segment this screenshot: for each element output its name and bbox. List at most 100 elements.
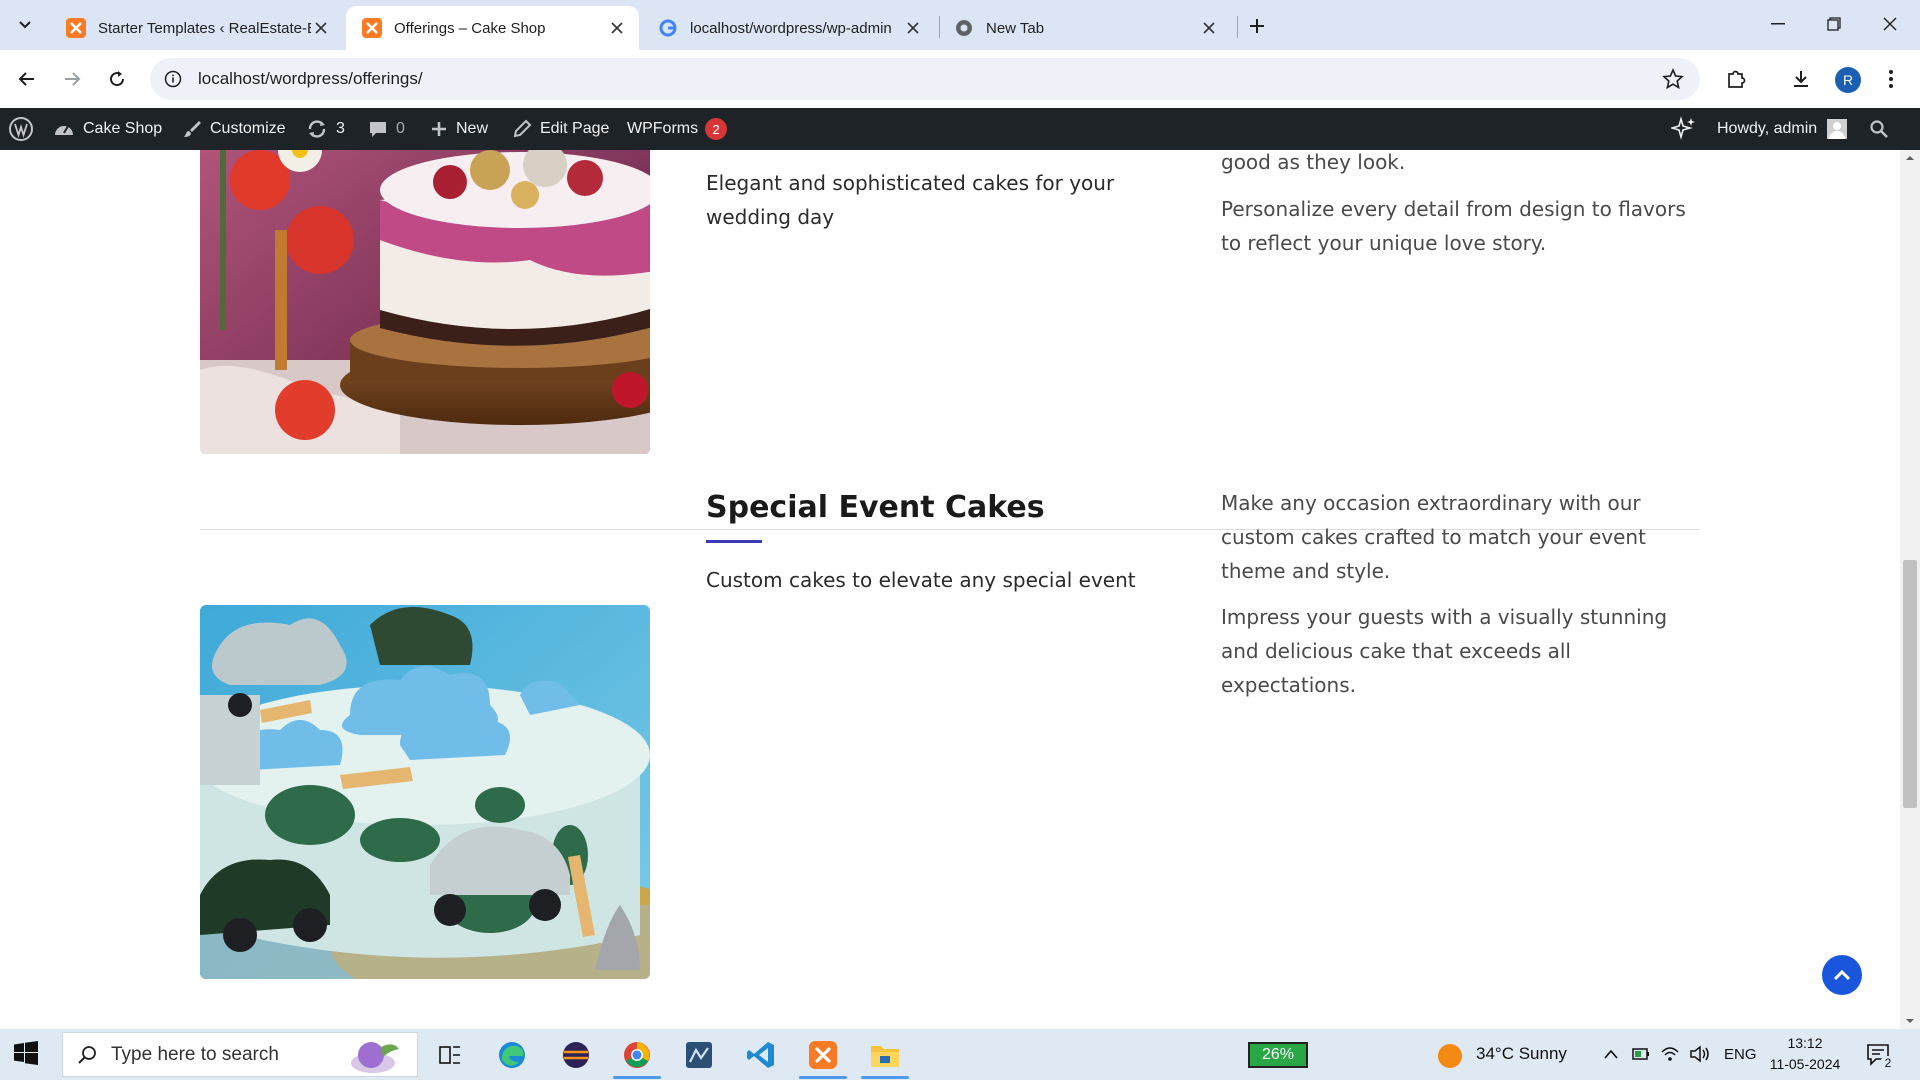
comments-count: 0 [396, 120, 405, 137]
volume-icon[interactable] [1689, 1044, 1711, 1064]
close-tab-icon[interactable] [311, 18, 331, 38]
url-text: localhost/wordpress/offerings/ [198, 69, 423, 88]
weather-sun-icon[interactable] [1437, 1043, 1463, 1069]
plus-icon [1250, 19, 1264, 33]
pencil-icon [513, 119, 532, 138]
section-subtitle: Elegant and sophisticated cakes for your… [706, 171, 1115, 229]
updates-link[interactable]: 3 [306, 108, 345, 150]
wedding-cake-image [200, 150, 650, 454]
wpforms-menu[interactable]: WPForms 2 [627, 108, 728, 150]
active-app-indicator [799, 1076, 847, 1079]
downloads-button[interactable] [1787, 65, 1815, 93]
xampp-icon[interactable] [805, 1037, 841, 1073]
site-info-icon[interactable] [164, 70, 182, 88]
weather-text[interactable]: 34°C Sunny [1476, 1044, 1567, 1064]
active-app-indicator [861, 1076, 909, 1079]
chevron-up-icon[interactable] [1603, 1048, 1619, 1060]
ai-assistant-button[interactable] [1671, 108, 1705, 150]
scrollbar-thumb[interactable] [1903, 560, 1917, 808]
updates-icon [308, 120, 326, 138]
comments-link[interactable]: 0 [368, 108, 405, 150]
plus-icon [432, 122, 446, 136]
chevron-up-icon [1833, 969, 1851, 981]
browser-menu-button[interactable] [1877, 65, 1905, 93]
edit-page-link[interactable]: Edit Page [512, 108, 609, 150]
wpforms-label: WPForms [627, 120, 699, 137]
mysql-workbench-icon[interactable] [681, 1037, 717, 1073]
close-tab-icon[interactable] [607, 18, 627, 38]
minimize-button[interactable] [1750, 8, 1806, 40]
customize-label: Customize [210, 120, 286, 137]
google-icon [659, 19, 677, 37]
arrow-right-icon [65, 72, 81, 86]
admin-bar-search[interactable] [1869, 108, 1897, 150]
search-icon [78, 1045, 96, 1064]
my-account-menu[interactable]: Howdy, admin [1717, 108, 1848, 150]
chrome-icon [956, 20, 972, 36]
tab-wp-admin[interactable]: localhost/wordpress/wp-admin [642, 6, 935, 50]
back-button[interactable] [13, 65, 41, 93]
address-bar[interactable]: localhost/wordpress/offerings/ [150, 58, 1700, 100]
section-heading: Special Event Cakes [706, 490, 1045, 525]
tab-separator [1237, 16, 1238, 38]
tab-starter-templates[interactable]: Starter Templates ‹ RealEstate-E [50, 6, 343, 50]
sparkle-icon [1671, 116, 1695, 140]
clock-time[interactable]: 13:12 [1767, 1035, 1843, 1051]
forward-button[interactable] [58, 65, 86, 93]
customize-link[interactable]: Customize [182, 108, 286, 150]
clock-date[interactable]: 11-05-2024 [1767, 1056, 1843, 1072]
restore-button[interactable] [1806, 8, 1862, 40]
windows-start-icon[interactable] [14, 1041, 38, 1065]
tab-title: New Tab [986, 19, 1045, 37]
wordpress-icon [9, 117, 33, 141]
tab-title: localhost/wordpress/wp-admin [690, 19, 892, 37]
reload-button[interactable] [103, 65, 131, 93]
bookmark-star-icon[interactable] [1662, 68, 1684, 90]
scroll-up-arrow-icon[interactable] [1905, 153, 1915, 163]
taskbar-search-box[interactable]: Type here to search [62, 1032, 418, 1077]
section-subtitle: Custom cakes to elevate any special even… [706, 568, 1136, 592]
notification-count: 2 [1880, 1056, 1896, 1070]
new-content-menu[interactable]: New [430, 108, 488, 150]
extensions-button[interactable] [1722, 65, 1750, 93]
arrow-left-icon [18, 72, 34, 86]
windows-taskbar: Type here to search 26% 34°C Sunny ENG 1… [0, 1029, 1920, 1080]
section-paragraph: good as they look. [1221, 150, 1406, 174]
site-name: Cake Shop [83, 120, 163, 137]
tab-title: Offerings – Cake Shop [394, 19, 546, 37]
tab-search-button[interactable] [12, 12, 38, 38]
new-tab-button[interactable] [1243, 12, 1271, 40]
dashboard-icon [55, 125, 73, 135]
edge-browser-icon[interactable] [494, 1037, 530, 1073]
wordpress-logo-menu[interactable] [8, 108, 42, 150]
close-tab-icon[interactable] [1199, 18, 1219, 38]
section-paragraph: Personalize every detail from design to … [1221, 197, 1686, 255]
site-name-menu[interactable]: Cake Shop [53, 108, 162, 150]
close-tab-icon[interactable] [903, 18, 923, 38]
profile-avatar[interactable]: R [1835, 67, 1861, 93]
tab-new-tab[interactable]: New Tab [938, 6, 1231, 50]
heading-underline [706, 540, 762, 543]
tab-title: Starter Templates ‹ RealEstate-E [98, 19, 311, 37]
scroll-to-top-button[interactable] [1822, 955, 1862, 995]
eclipse-icon[interactable] [558, 1037, 594, 1073]
wpforms-notification-badge: 2 [705, 118, 728, 140]
file-explorer-icon[interactable] [867, 1037, 903, 1073]
vscode-icon[interactable] [743, 1037, 779, 1073]
browser-toolbar: localhost/wordpress/offerings/ [0, 50, 1920, 108]
comment-icon [370, 122, 386, 137]
scroll-down-arrow-icon[interactable] [1905, 1016, 1915, 1026]
chrome-icon[interactable] [619, 1037, 655, 1073]
user-avatar [1827, 119, 1848, 139]
task-view-icon[interactable] [432, 1037, 468, 1073]
wifi-icon[interactable] [1660, 1044, 1680, 1064]
page-scrollbar[interactable] [1900, 150, 1920, 1029]
battery-charging-icon[interactable] [1631, 1045, 1651, 1063]
browser-tab-strip: Starter Templates ‹ RealEstate-E Offerin… [0, 0, 1920, 50]
new-label: New [456, 120, 489, 137]
chevron-down-icon [19, 21, 31, 29]
updates-count: 3 [336, 120, 345, 137]
close-window-button[interactable] [1862, 8, 1918, 40]
tab-offerings[interactable]: Offerings – Cake Shop [346, 6, 639, 50]
language-indicator[interactable]: ENG [1724, 1046, 1757, 1063]
